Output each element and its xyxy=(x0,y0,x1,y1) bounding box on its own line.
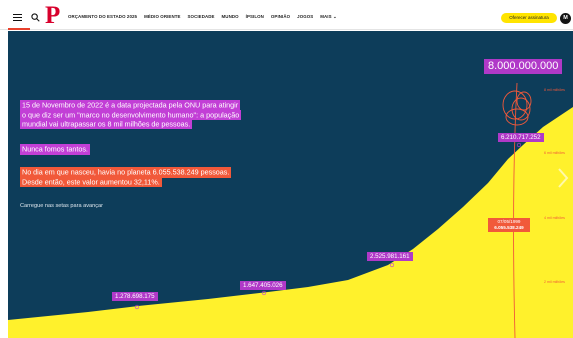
scale-label-8bn: 8 mil milhões xyxy=(544,88,565,92)
birth-value: 6.055.538.249 xyxy=(494,225,524,230)
never-so-many-text: Nunca fomos tantos. xyxy=(20,144,90,155)
population-story-stage: 15 de Novembro de 2022 é a data projecta… xyxy=(8,31,573,338)
birth-population-text: No dia em que nasceu, havia no planeta 6… xyxy=(20,167,310,187)
point-label-1: 1.278.698.175 xyxy=(112,292,158,301)
nav-item-sociedade[interactable]: SOCIEDADE xyxy=(188,14,215,20)
top-navigation-bar: P ORÇAMENTO DO ESTADO 2025 MÉDIO ORIENTE… xyxy=(0,0,573,30)
section-nav: ORÇAMENTO DO ESTADO 2025 MÉDIO ORIENTE S… xyxy=(68,14,337,20)
scale-label-4bn: 4 mil milhões xyxy=(544,216,565,220)
avatar[interactable]: M xyxy=(560,13,571,24)
never-so-many-label: Nunca fomos tantos. xyxy=(20,144,90,155)
point-label-2: 1.647.405.026 xyxy=(240,281,286,290)
point-marker-4 xyxy=(516,142,522,148)
nav-accent-bar xyxy=(8,28,30,30)
navigation-hint: Carregue nas setas para avançar xyxy=(20,203,104,209)
birth-line-2: Desde então, este valor aumentou 32,11%. xyxy=(20,176,162,187)
nav-item-mais[interactable]: MAIS ⌄ xyxy=(320,14,336,20)
scale-label-6bn: 6 mil milhões xyxy=(544,151,565,155)
population-scribble xyxy=(502,90,532,126)
birth-date: 07/05/1999 xyxy=(497,219,521,224)
point-label-4: 6.210.717.252 xyxy=(498,133,544,142)
nav-item-jogos[interactable]: JOGOS xyxy=(297,14,313,20)
point-label-3: 2.525.981.161 xyxy=(367,252,413,261)
target-population-label: 8.000.000.000 xyxy=(484,59,563,74)
publico-logo[interactable]: P xyxy=(45,3,63,28)
birth-date-marker: 07/05/1999 6.055.538.249 xyxy=(488,218,530,232)
subscribe-button[interactable]: Oferecer assinatura xyxy=(501,13,557,23)
nav-item-medio-oriente[interactable]: MÉDIO ORIENTE xyxy=(144,14,180,20)
nav-item-orcamento[interactable]: ORÇAMENTO DO ESTADO 2025 xyxy=(68,14,137,20)
chevron-right-icon[interactable] xyxy=(556,167,570,189)
menu-icon[interactable] xyxy=(13,14,22,22)
nav-item-ipsilon[interactable]: ÍPSILON xyxy=(246,14,264,20)
search-icon[interactable] xyxy=(31,13,40,22)
scale-label-2bn: 2 mil milhões xyxy=(544,280,565,284)
nav-item-opiniao[interactable]: OPINIÃO xyxy=(271,14,290,20)
intro-line-3: mundial vai ultrapassar os 8 mil milhões… xyxy=(20,119,193,130)
intro-text: 15 de Novembro de 2022 é a data projecta… xyxy=(20,100,320,130)
nav-item-mundo[interactable]: MUNDO xyxy=(222,14,239,20)
